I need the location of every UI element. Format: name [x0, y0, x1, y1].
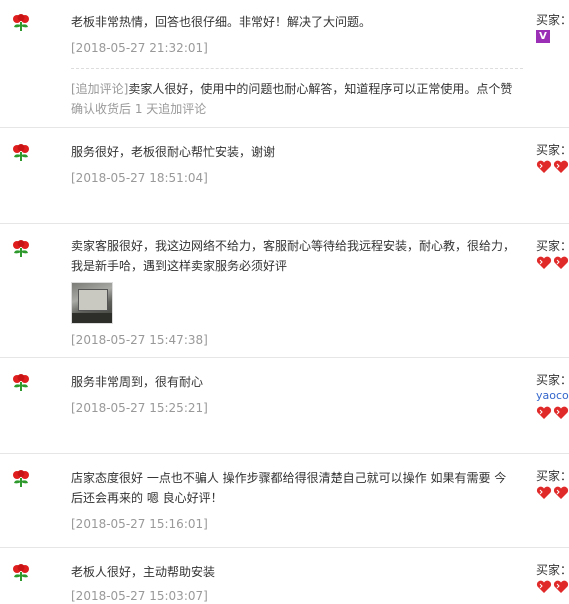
buyer-level-hearts [536, 486, 569, 500]
buyer-info: 买家： [536, 238, 569, 270]
buyer-name-link[interactable]: yaoco [536, 388, 569, 404]
buyer-label: 买家： [536, 469, 569, 483]
review-item: 老板人很好，主动帮助安装 [2018-05-27 15:03:07] 买家： [0, 548, 569, 604]
review-photo-thumbnail[interactable] [71, 282, 113, 324]
rose-icon [13, 470, 29, 487]
append-text: 卖家人很好，使用中的问题也耐心解答，知道程序可以正常使用。点个赞 [128, 82, 513, 96]
review-item: 老板非常热情，回答也很仔细。非常好！解决了大问题。 [2018-05-27 21… [0, 0, 569, 128]
append-text-line: [追加评论]卖家人很好，使用中的问题也耐心解答，知道程序可以正常使用。点个赞 [71, 79, 523, 99]
buyer-level-hearts [536, 580, 569, 594]
rose-icon [13, 374, 29, 391]
review-text-line-2: 我是新手哈，遇到这样卖家服务必须好评 [71, 259, 288, 273]
buyer-label: 买家： [536, 13, 569, 27]
buyer-level-hearts [536, 160, 569, 174]
heart-icon [553, 406, 569, 419]
review-text: 服务很好，老板很耐心帮忙安装，谢谢 [71, 145, 276, 159]
rose-icon [13, 14, 29, 31]
review-item: 服务非常周到，很有耐心 [2018-05-27 15:25:21] 买家： ya… [0, 358, 569, 454]
buyer-info: 买家： [536, 468, 569, 500]
heart-icon [536, 406, 552, 419]
append-review: [追加评论]卖家人很好，使用中的问题也耐心解答，知道程序可以正常使用。点个赞 确… [71, 68, 523, 119]
review-text-line-1: 店家态度很好 一点也不骗人 操作步骤都给得很清楚自己就可以操作 如果有需要 今 [71, 471, 507, 485]
review-content: 老板人很好，主动帮助安装 [2018-05-27 15:03:07] [71, 562, 523, 604]
buyer-info: 买家： yaoco [536, 372, 569, 420]
heart-icon [536, 160, 552, 173]
review-item: 服务很好，老板很耐心帮忙安装，谢谢 [2018-05-27 18:51:04] … [0, 128, 569, 224]
review-date: [2018-05-27 15:16:01] [71, 517, 208, 531]
review-date: [2018-05-27 15:03:07] [71, 589, 208, 603]
heart-icon [553, 160, 569, 173]
rose-icon [13, 564, 29, 581]
review-content: 卖家客服很好，我这边网络不给力，客服耐心等待给我远程安装，耐心教，很给力， 我是… [71, 236, 523, 350]
heart-icon [536, 580, 552, 593]
rose-icon [13, 144, 29, 161]
review-content: 老板非常热情，回答也很仔细。非常好！解决了大问题。 [2018-05-27 21… [71, 12, 523, 119]
review-content: 店家态度很好 一点也不骗人 操作步骤都给得很清楚自己就可以操作 如果有需要 今 … [71, 468, 523, 534]
review-text-line-1: 卖家客服很好，我这边网络不给力，客服耐心等待给我远程安装，耐心教，很给力， [71, 239, 516, 253]
buyer-level-hearts [536, 256, 569, 270]
heart-icon [536, 486, 552, 499]
vip-badge-icon: V [536, 30, 550, 43]
rose-icon [13, 240, 29, 257]
buyer-label: 买家： [536, 563, 569, 577]
review-date: [2018-05-27 18:51:04] [71, 171, 208, 185]
buyer-label: 买家： [536, 373, 569, 387]
review-item: 卖家客服很好，我这边网络不给力，客服耐心等待给我远程安装，耐心教，很给力， 我是… [0, 224, 569, 358]
heart-icon [553, 256, 569, 269]
review-content: 服务很好，老板很耐心帮忙安装，谢谢 [2018-05-27 18:51:04] [71, 142, 523, 188]
review-text-line-2: 后还会再来的 嗯 良心好评！ [71, 491, 223, 505]
append-sub: 确认收货后 1 天追加评论 [71, 102, 207, 116]
review-item: 店家态度很好 一点也不骗人 操作步骤都给得很清楚自己就可以操作 如果有需要 今 … [0, 454, 569, 548]
heart-icon [536, 256, 552, 269]
review-content: 服务非常周到，很有耐心 [2018-05-27 15:25:21] [71, 372, 523, 418]
review-text: 老板人很好，主动帮助安装 [71, 565, 216, 579]
heart-icon [553, 580, 569, 593]
buyer-level-hearts [536, 406, 569, 420]
review-text: 老板非常热情，回答也很仔细。非常好！解决了大问题。 [71, 15, 372, 29]
buyer-info: 买家： [536, 142, 569, 174]
review-text: 服务非常周到，很有耐心 [71, 375, 204, 389]
review-date: [2018-05-27 21:32:01] [71, 41, 208, 55]
review-date: [2018-05-27 15:47:38] [71, 333, 208, 347]
buyer-label: 买家： [536, 143, 569, 157]
heart-icon [553, 486, 569, 499]
buyer-label: 买家： [536, 239, 569, 253]
append-tag: [追加评论] [71, 82, 129, 96]
review-date: [2018-05-27 15:25:21] [71, 401, 208, 415]
buyer-info: 买家： V [536, 12, 569, 43]
buyer-info: 买家： [536, 562, 569, 594]
